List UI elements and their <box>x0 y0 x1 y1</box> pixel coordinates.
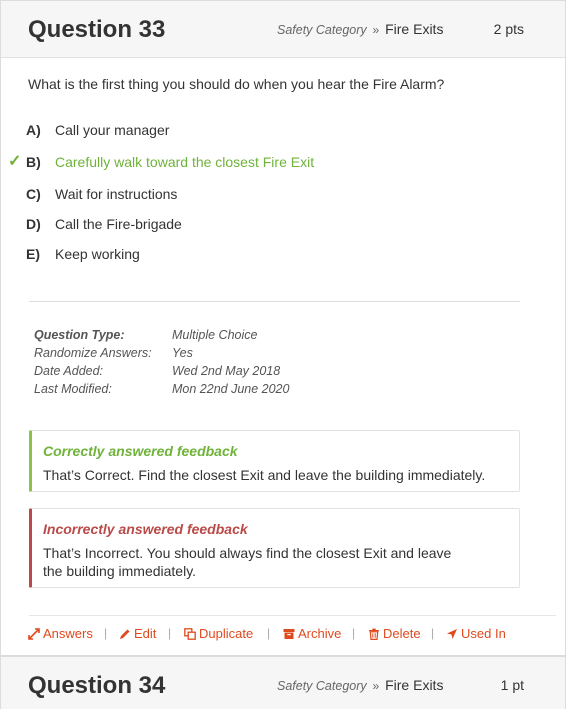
action-separator: | <box>168 626 172 640</box>
breadcrumb-category: Safety Category <box>277 679 367 693</box>
actions-divider <box>29 615 556 616</box>
meta-key: Randomize Answers: <box>34 346 152 360</box>
correct-feedback-body: That’s Correct. Find the closest Exit an… <box>43 467 486 483</box>
incorrect-feedback-body: That’s Incorrect. You should always find… <box>43 545 452 579</box>
meta-key: Question Type: <box>34 328 125 342</box>
points-label: 1 pt <box>500 677 524 693</box>
breadcrumb-category: Safety Category <box>277 23 367 37</box>
question-header: Question 33 Safety Category » Fire Exits… <box>1 1 565 58</box>
answer-text: Carefully walk toward the closest Fire E… <box>55 154 315 170</box>
action-separator: | <box>267 626 271 640</box>
action-separator: | <box>352 626 356 640</box>
correct-feedback-box: Correctly answered feedback That’s Corre… <box>29 430 520 492</box>
duplicate-icon <box>184 627 196 640</box>
answer-text: Wait for instructions <box>55 186 178 202</box>
answers-button-label: Answers <box>43 626 93 641</box>
delete-button[interactable]: Delete <box>368 626 421 641</box>
meta-value: Multiple Choice <box>172 328 258 342</box>
breadcrumb-subcategory: Fire Exits <box>385 21 444 37</box>
answer-text: Keep working <box>55 246 140 262</box>
divider <box>29 301 520 302</box>
meta-row-type: Question Type: Multiple Choice <box>34 328 334 346</box>
answer-letter: D) <box>26 216 41 232</box>
duplicate-button-label: Duplicate <box>199 626 254 641</box>
question-metadata: Question Type: Multiple Choice Randomize… <box>34 328 334 400</box>
meta-value: Yes <box>172 346 193 360</box>
meta-key: Date Added: <box>34 364 104 378</box>
delete-button-label: Delete <box>383 626 421 641</box>
action-separator: | <box>104 626 108 640</box>
meta-row-date-added: Date Added: Wed 2nd May 2018 <box>34 364 334 382</box>
answers-button[interactable]: Answers <box>28 626 93 641</box>
action-separator: | <box>431 626 435 640</box>
incorrect-feedback-title: Incorrectly answered feedback <box>43 521 248 537</box>
answer-text: Call your manager <box>55 122 170 138</box>
points-label: 2 pts <box>493 21 524 37</box>
breadcrumb: Safety Category » Fire Exits <box>277 21 443 37</box>
breadcrumb-separator: » <box>372 679 380 693</box>
meta-value: Mon 22nd June 2020 <box>172 382 290 396</box>
answer-letter: B) <box>26 154 41 170</box>
used-in-button-label: Used In <box>461 626 506 641</box>
trash-icon <box>369 628 379 640</box>
used-in-button[interactable]: Used In <box>446 626 506 641</box>
question-title: Question 33 <box>28 16 166 43</box>
location-arrow-icon <box>447 628 457 639</box>
question-header: Question 34 Safety Category » Fire Exits… <box>1 657 565 709</box>
expand-icon <box>28 627 40 640</box>
breadcrumb-subcategory: Fire Exits <box>385 677 444 693</box>
incorrect-feedback-box: Incorrectly answered feedback That’s Inc… <box>29 508 520 588</box>
answer-letter: E) <box>26 246 40 262</box>
duplicate-button[interactable]: Duplicate <box>184 626 253 641</box>
edit-button-label: Edit <box>134 626 157 641</box>
action-bar: Answers | Edit | Duplicate | Archive | D… <box>1 626 565 644</box>
answer-letter: A) <box>26 122 41 138</box>
question-text: What is the first thing you should do wh… <box>28 76 445 92</box>
archive-icon <box>283 628 295 639</box>
answer-text: Call the Fire-brigade <box>55 216 182 232</box>
question-card: Question 33 Safety Category » Fire Exits… <box>0 0 566 656</box>
meta-key: Last Modified: <box>34 382 112 396</box>
pencil-icon <box>120 629 130 639</box>
question-title: Question 34 <box>28 672 166 699</box>
question-card: Question 34 Safety Category » Fire Exits… <box>0 656 566 709</box>
breadcrumb: Safety Category » Fire Exits <box>277 677 443 693</box>
archive-button-label: Archive <box>298 626 342 641</box>
answer-letter: C) <box>26 186 41 202</box>
meta-row-last-modified: Last Modified: Mon 22nd June 2020 <box>34 382 334 400</box>
checkmark-icon: ✓ <box>8 153 22 170</box>
edit-button[interactable]: Edit <box>119 626 156 641</box>
correct-feedback-title: Correctly answered feedback <box>43 443 238 459</box>
breadcrumb-separator: » <box>372 23 380 37</box>
meta-row-randomize: Randomize Answers: Yes <box>34 346 334 364</box>
archive-button[interactable]: Archive <box>283 626 341 641</box>
meta-value: Wed 2nd May 2018 <box>172 364 281 378</box>
